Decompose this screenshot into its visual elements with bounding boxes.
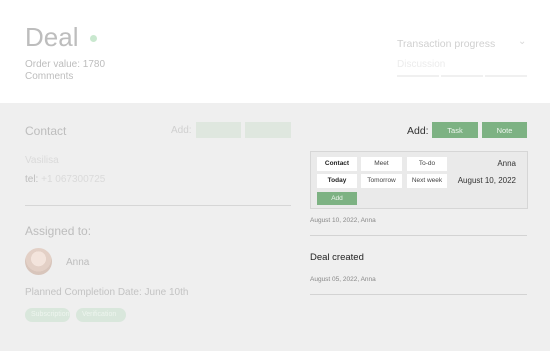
assignee-name: Anna xyxy=(66,257,90,268)
transaction-progress-dropdown[interactable]: Transaction progress xyxy=(397,38,495,50)
contact-section-title: Contact xyxy=(25,124,67,138)
contact-add-button-1[interactable] xyxy=(196,122,241,138)
contact-tel-value[interactable]: +1 067300725 xyxy=(41,174,105,185)
avatar xyxy=(25,248,52,275)
deal-header: Deal Order value: 1780 Comments Transact… xyxy=(0,0,550,103)
tag-badge[interactable]: Subscription xyxy=(25,308,70,322)
task-panel: Contact Meet To-do Today Tomorrow Next w… xyxy=(310,151,528,209)
add-note-button[interactable]: Note xyxy=(482,122,527,138)
due-today[interactable]: Today xyxy=(317,174,357,188)
progress-segment xyxy=(485,75,527,77)
progress-segment xyxy=(397,75,439,77)
divider xyxy=(310,294,527,295)
progress-segment xyxy=(441,75,483,77)
due-next-week[interactable]: Next week xyxy=(407,174,447,188)
task-type-todo[interactable]: To-do xyxy=(407,157,447,171)
contact-add-label: Add: xyxy=(171,125,192,136)
task-add-button[interactable]: Add xyxy=(317,192,357,205)
due-tomorrow[interactable]: Tomorrow xyxy=(361,174,402,188)
contact-tel-label: tel: xyxy=(25,174,39,185)
assigned-section-title: Assigned to: xyxy=(25,224,92,238)
chevron-down-icon[interactable]: ⌄ xyxy=(518,36,526,47)
progress-bar xyxy=(397,75,527,77)
add-task-button[interactable]: Task xyxy=(432,122,478,138)
feed-event-title: Deal created xyxy=(310,252,364,263)
divider xyxy=(25,205,291,206)
feed-meta: August 05, 2022, Anna xyxy=(310,276,376,283)
task-type-meet[interactable]: Meet xyxy=(361,157,402,171)
feed-meta: August 10, 2022, Anna xyxy=(310,217,376,224)
order-value: Order value: 1780 xyxy=(25,59,106,70)
contact-phone: tel: +1 067300725 xyxy=(25,174,105,185)
actions-add-label: Add: xyxy=(407,125,429,137)
contact-add-button-2[interactable] xyxy=(245,122,291,138)
planned-completion-date: Planned Completion Date: June 10th xyxy=(25,287,189,298)
divider xyxy=(310,235,527,236)
deal-title: Deal xyxy=(25,22,79,52)
task-date[interactable]: August 10, 2022 xyxy=(458,176,516,185)
transaction-stage: Discussion xyxy=(397,59,446,70)
task-assignee[interactable]: Anna xyxy=(497,159,516,168)
tag-badge[interactable]: Verification xyxy=(76,308,126,322)
task-type-contact[interactable]: Contact xyxy=(317,157,357,171)
contact-name[interactable]: Vasilisa xyxy=(25,155,59,166)
comments-link[interactable]: Comments xyxy=(25,71,73,82)
status-dot-icon xyxy=(90,35,97,42)
